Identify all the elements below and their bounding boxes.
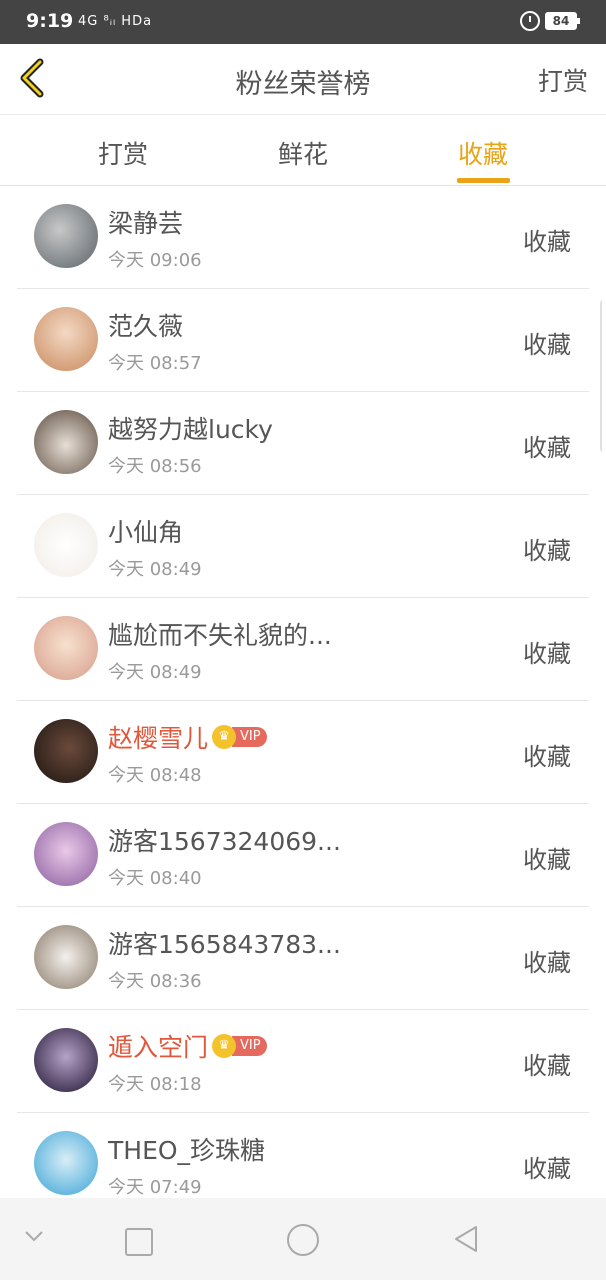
user-name: 范久薇 bbox=[108, 312, 184, 341]
user-name: 遁入空门 ♛ VIP bbox=[108, 1028, 267, 1064]
list-item[interactable]: 尴尬而不失礼貌的... 今天 08:49 收藏 bbox=[17, 598, 589, 701]
avatar bbox=[34, 822, 98, 886]
action-label: 收藏 bbox=[523, 846, 571, 874]
user-name: 游客1565843783... bbox=[108, 930, 341, 959]
list-item[interactable]: 小仙角 今天 08:49 收藏 bbox=[17, 495, 589, 598]
list-item[interactable]: 遁入空门 ♛ VIP 今天 08:18 收藏 bbox=[17, 1010, 589, 1113]
fan-list: 梁静芸 今天 09:06 收藏 范久薇 今天 08:57 收藏 越努力越luck… bbox=[17, 186, 589, 1215]
avatar bbox=[34, 204, 98, 268]
list-item[interactable]: 梁静芸 今天 09:06 收藏 bbox=[17, 186, 589, 289]
timestamp: 今天 08:49 bbox=[108, 559, 202, 580]
action-label: 收藏 bbox=[523, 228, 571, 256]
battery-icon: 84 bbox=[545, 12, 580, 30]
timestamp: 今天 09:06 bbox=[108, 250, 202, 271]
action-label: 收藏 bbox=[523, 1052, 571, 1080]
action-label: 收藏 bbox=[523, 743, 571, 771]
vip-label: VIP bbox=[232, 727, 267, 747]
user-name-text: 遁入空门 bbox=[108, 1033, 209, 1062]
user-name: 尴尬而不失礼貌的... bbox=[108, 621, 332, 650]
scrollbar[interactable] bbox=[600, 300, 606, 452]
tab-bar: 打赏 鲜花 收藏 bbox=[0, 115, 606, 186]
action-label: 收藏 bbox=[523, 331, 571, 359]
action-label: 收藏 bbox=[523, 434, 571, 462]
user-name: 梁静芸 bbox=[108, 209, 184, 238]
avatar bbox=[34, 925, 98, 989]
avatar bbox=[34, 719, 98, 783]
timestamp: 今天 08:56 bbox=[108, 456, 202, 477]
list-item[interactable]: 赵樱雪儿 ♛ VIP 今天 08:48 收藏 bbox=[17, 701, 589, 804]
home-button[interactable] bbox=[287, 1224, 319, 1256]
list-item[interactable]: 游客1565843783... 今天 08:36 收藏 bbox=[17, 907, 589, 1010]
timestamp: 今天 07:49 bbox=[108, 1177, 202, 1198]
status-time: 9:19 bbox=[26, 10, 74, 32]
user-name: 越努力越lucky bbox=[108, 415, 273, 444]
list-item[interactable]: 越努力越lucky 今天 08:56 收藏 bbox=[17, 392, 589, 495]
user-name: 小仙角 bbox=[108, 518, 184, 547]
header: 粉丝荣誉榜 打赏 bbox=[0, 44, 606, 115]
list-item[interactable]: 游客1567324069... 今天 08:40 收藏 bbox=[17, 804, 589, 907]
action-label: 收藏 bbox=[523, 1155, 571, 1183]
timestamp: 今天 08:36 bbox=[108, 971, 202, 992]
timestamp: 今天 08:49 bbox=[108, 662, 202, 683]
alarm-icon bbox=[520, 11, 540, 31]
user-name: THEO_珍珠糖 bbox=[108, 1136, 266, 1165]
timestamp: 今天 08:18 bbox=[108, 1074, 202, 1095]
recent-apps-button[interactable] bbox=[125, 1228, 153, 1256]
vip-label: VIP bbox=[232, 1036, 267, 1056]
chevron-down-icon[interactable] bbox=[22, 1224, 46, 1248]
user-name: 赵樱雪儿 ♛ VIP bbox=[108, 719, 267, 755]
avatar bbox=[34, 616, 98, 680]
action-label: 收藏 bbox=[523, 949, 571, 977]
action-label: 收藏 bbox=[523, 640, 571, 668]
crown-icon: ♛ bbox=[212, 1034, 237, 1058]
avatar bbox=[34, 410, 98, 474]
vip-badge: ♛ VIP bbox=[212, 725, 267, 749]
tab-tip[interactable]: 打赏 bbox=[98, 135, 148, 171]
action-label: 收藏 bbox=[523, 537, 571, 565]
timestamp: 今天 08:48 bbox=[108, 765, 202, 786]
vip-badge: ♛ VIP bbox=[212, 1034, 267, 1058]
status-bar: 9:19 4G ⁸ᵢₗ HDa 84 bbox=[0, 0, 606, 44]
back-triangle-icon[interactable] bbox=[452, 1224, 482, 1254]
signal-icon: 4G ⁸ᵢₗ HDa bbox=[78, 14, 153, 29]
tab-favorites[interactable]: 收藏 bbox=[458, 135, 508, 171]
avatar bbox=[34, 1131, 98, 1195]
timestamp: 今天 08:40 bbox=[108, 868, 202, 889]
avatar bbox=[34, 513, 98, 577]
system-nav-bar bbox=[0, 1198, 606, 1280]
crown-icon: ♛ bbox=[212, 725, 237, 749]
timestamp: 今天 08:57 bbox=[108, 353, 202, 374]
avatar bbox=[34, 307, 98, 371]
tip-button[interactable]: 打赏 bbox=[538, 62, 588, 98]
list-item[interactable]: 范久薇 今天 08:57 收藏 bbox=[17, 289, 589, 392]
tab-flowers[interactable]: 鲜花 bbox=[278, 135, 328, 171]
active-tab-indicator bbox=[457, 178, 510, 183]
user-name-text: 赵樱雪儿 bbox=[108, 724, 209, 753]
user-name: 游客1567324069... bbox=[108, 827, 341, 856]
page-title: 粉丝荣誉榜 bbox=[235, 69, 371, 100]
avatar bbox=[34, 1028, 98, 1092]
